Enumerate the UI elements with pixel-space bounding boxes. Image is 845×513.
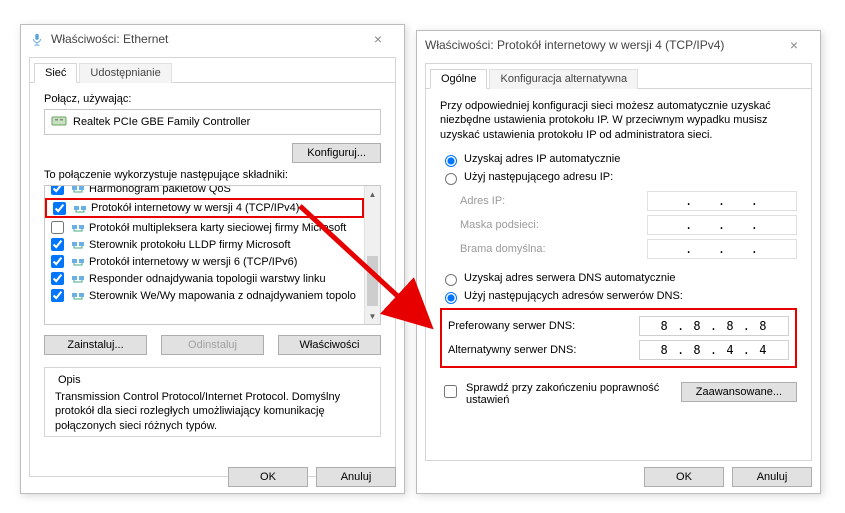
cancel-button[interactable]: Anuluj [316, 467, 396, 487]
ok-button[interactable]: OK [228, 467, 308, 487]
alt-dns-label: Alternatywny serwer DNS: [448, 344, 639, 356]
gateway-field: . . . [647, 239, 797, 259]
tabstrip: Ogólne Konfiguracja alternatywna [426, 64, 811, 89]
protocol-icon [73, 203, 87, 214]
list-item[interactable]: Protokół multipleksera karty sieciowej f… [45, 219, 364, 236]
ip-address-label: Adres IP: [460, 195, 647, 207]
dialog-title: Właściwości: Protokół internetowy w wers… [425, 38, 774, 52]
adapter-field: Realtek PCIe GBE Family Controller [44, 109, 381, 135]
checkbox[interactable] [53, 202, 66, 215]
description-text: Transmission Control Protocol/Internet P… [55, 390, 370, 433]
description-heading: Opis [55, 374, 84, 386]
tab-alt-config[interactable]: Konfiguracja alternatywna [489, 69, 638, 89]
close-icon[interactable]: × [358, 31, 398, 47]
radio[interactable] [445, 155, 457, 167]
checkbox[interactable] [51, 289, 64, 302]
checkbox[interactable] [51, 255, 64, 268]
radio-dns-auto[interactable]: Uzyskaj adres serwera DNS automatycznie [440, 271, 797, 286]
checkbox[interactable] [51, 185, 64, 195]
checkbox[interactable] [51, 238, 64, 251]
uninstall-button: Odinstaluj [161, 335, 264, 355]
cancel-button[interactable]: Anuluj [732, 467, 812, 487]
checkbox[interactable] [51, 272, 64, 285]
intro-text: Przy odpowiedniej konfiguracji sieci moż… [440, 99, 797, 142]
scroll-down-icon[interactable]: ▼ [365, 308, 380, 324]
radio-ip-manual[interactable]: Użyj następującego adresu IP: [440, 170, 797, 185]
dns-highlight-box: Preferowany serwer DNS: 8 . 8 . 8 . 8 Al… [440, 308, 797, 368]
protocol-icon [71, 239, 85, 250]
protocol-icon [71, 273, 85, 284]
close-icon[interactable]: × [774, 37, 814, 53]
protocol-icon [71, 185, 85, 194]
ip-address-field: . . . [647, 191, 797, 211]
radio-ip-auto[interactable]: Uzyskaj adres IP automatycznie [440, 152, 797, 167]
nic-icon [51, 114, 67, 131]
ok-button[interactable]: OK [644, 467, 724, 487]
radio[interactable] [445, 173, 457, 185]
protocol-icon [71, 290, 85, 301]
list-item-ipv4[interactable]: Protokół internetowy w wersji 4 (TCP/IPv… [45, 198, 364, 218]
pref-dns-field[interactable]: 8 . 8 . 8 . 8 [639, 316, 789, 336]
scroll-thumb[interactable] [367, 256, 378, 306]
protocol-icon [71, 222, 85, 233]
ipv4-properties-dialog: Właściwości: Protokół internetowy w wers… [416, 30, 821, 494]
alt-dns-field[interactable]: 8 . 8 . 4 . 4 [639, 340, 789, 360]
subnet-mask-field: . . . [647, 215, 797, 235]
protocol-icon [71, 256, 85, 267]
configure-button[interactable]: Konfiguruj... [292, 143, 381, 163]
tab-sharing[interactable]: Udostępnianie [79, 63, 171, 83]
connect-using-label: Połącz, używając: [44, 93, 381, 105]
ethernet-properties-dialog: Właściwości: Ethernet × Sieć Udostępnian… [20, 24, 405, 494]
list-item[interactable]: Harmonogram pakietów QoS [45, 185, 364, 197]
validate-label: Sprawdź przy zakończeniu poprawność usta… [466, 382, 675, 406]
radio[interactable] [445, 292, 457, 304]
list-item[interactable]: Protokół internetowy w wersji 6 (TCP/IPv… [45, 253, 364, 270]
titlebar[interactable]: Właściwości: Protokół internetowy w wers… [417, 31, 820, 59]
components-listbox[interactable]: Harmonogram pakietów QoS Protokół intern… [44, 185, 381, 325]
advanced-button[interactable]: Zaawansowane... [681, 382, 797, 402]
network-mic-icon [29, 31, 45, 47]
components-label: To połączenie wykorzystuje następujące s… [44, 169, 381, 181]
list-item[interactable]: Sterownik protokołu LLDP firmy Microsoft [45, 236, 364, 253]
checkbox[interactable] [51, 221, 64, 234]
properties-button[interactable]: Właściwości [278, 335, 381, 355]
validate-checkbox[interactable] [444, 385, 457, 398]
scrollbar[interactable]: ▲ ▼ [364, 186, 380, 324]
tab-general[interactable]: Ogólne [430, 69, 487, 89]
dialog-title: Właściwości: Ethernet [51, 32, 358, 46]
pref-dns-label: Preferowany serwer DNS: [448, 320, 639, 332]
titlebar[interactable]: Właściwości: Ethernet × [21, 25, 404, 53]
subnet-mask-label: Maska podsieci: [460, 219, 647, 231]
list-item[interactable]: Responder odnajdywania topologii warstwy… [45, 270, 364, 287]
radio[interactable] [445, 274, 457, 286]
install-button[interactable]: Zainstaluj... [44, 335, 147, 355]
list-item[interactable]: Sterownik We/Wy mapowania z odnajdywanie… [45, 287, 364, 304]
scroll-up-icon[interactable]: ▲ [365, 186, 380, 202]
tabstrip: Sieć Udostępnianie [30, 58, 395, 83]
gateway-label: Brama domyślna: [460, 243, 647, 255]
adapter-name: Realtek PCIe GBE Family Controller [73, 116, 250, 128]
radio-dns-manual[interactable]: Użyj następujących adresów serwerów DNS: [440, 289, 797, 304]
tab-network[interactable]: Sieć [34, 63, 77, 83]
